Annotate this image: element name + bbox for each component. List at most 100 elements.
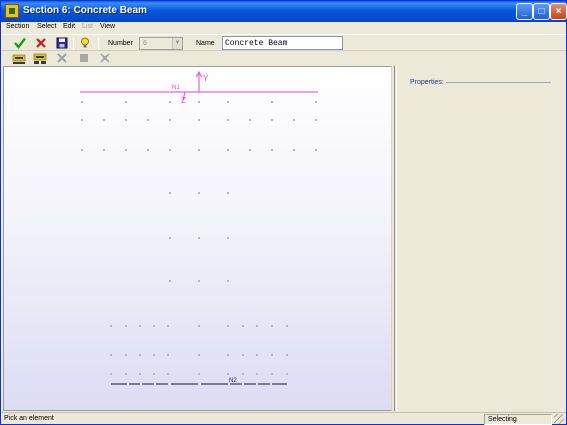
window-title: Section 6: Concrete Beam xyxy=(23,5,147,16)
grid-point[interactable] xyxy=(125,373,127,375)
grid-point[interactable] xyxy=(153,325,155,327)
grid-point[interactable] xyxy=(110,373,112,375)
grid-point[interactable] xyxy=(286,325,288,327)
maximize-button[interactable]: □ xyxy=(533,3,550,20)
grid-point[interactable] xyxy=(227,325,229,327)
grid-point[interactable] xyxy=(286,354,288,356)
grid-point[interactable] xyxy=(103,119,105,121)
grid-point[interactable] xyxy=(198,373,200,375)
name-input[interactable]: Concrete Beam xyxy=(222,36,343,50)
grid-point[interactable] xyxy=(125,354,127,356)
grid-point[interactable] xyxy=(242,373,244,375)
help-bulb-icon[interactable] xyxy=(78,36,92,50)
grid-point[interactable] xyxy=(147,149,149,151)
grid-point[interactable] xyxy=(81,149,83,151)
grid-point[interactable] xyxy=(227,149,229,151)
grid-point[interactable] xyxy=(198,192,200,194)
grid-point[interactable] xyxy=(286,373,288,375)
grid-point[interactable] xyxy=(271,325,273,327)
grid-point[interactable] xyxy=(227,237,229,239)
grid-point[interactable] xyxy=(81,119,83,121)
add-element-icon[interactable] xyxy=(12,51,26,65)
menu-list: List xyxy=(82,23,93,30)
grid-point[interactable] xyxy=(198,325,200,327)
grid-point[interactable] xyxy=(198,280,200,282)
grid-point[interactable] xyxy=(153,354,155,356)
grid-point[interactable] xyxy=(110,325,112,327)
grid-point[interactable] xyxy=(169,192,171,194)
grid-point[interactable] xyxy=(249,149,251,151)
grid-point[interactable] xyxy=(242,354,244,356)
grid-point[interactable] xyxy=(169,237,171,239)
grid-point[interactable] xyxy=(198,149,200,151)
toolbar-separator xyxy=(73,38,74,50)
grid-point[interactable] xyxy=(169,280,171,282)
menu-select[interactable]: Select xyxy=(37,23,56,30)
grid-point[interactable] xyxy=(147,119,149,121)
grid-point[interactable] xyxy=(169,119,171,121)
chevron-down-icon[interactable]: ▼ xyxy=(172,38,182,49)
grid-point[interactable] xyxy=(256,354,258,356)
close-icon: × xyxy=(555,6,562,17)
menu-edit[interactable]: Edit xyxy=(63,23,75,30)
grid-point[interactable] xyxy=(125,101,127,103)
grid-point[interactable] xyxy=(315,119,317,121)
grid-point[interactable] xyxy=(198,354,200,356)
pane-splitter[interactable] xyxy=(392,66,395,411)
grid-point[interactable] xyxy=(167,373,169,375)
grid-point[interactable] xyxy=(227,192,229,194)
ok-check-icon[interactable] xyxy=(13,36,27,50)
grid-point[interactable] xyxy=(315,101,317,103)
menu-section[interactable]: Section xyxy=(6,23,29,30)
grid-point[interactable] xyxy=(249,119,251,121)
add-group-icon[interactable] xyxy=(33,51,47,65)
grid-point[interactable] xyxy=(198,237,200,239)
grid-point[interactable] xyxy=(198,101,200,103)
grid-point[interactable] xyxy=(139,325,141,327)
grid-point[interactable] xyxy=(227,373,229,375)
grid-point[interactable] xyxy=(139,354,141,356)
app-icon[interactable] xyxy=(5,4,19,18)
title-bar[interactable]: Section 6: Concrete Beam _ □ × xyxy=(1,1,567,22)
grid-point[interactable] xyxy=(103,149,105,151)
grid-point[interactable] xyxy=(125,149,127,151)
section-canvas[interactable]: Y Z N1 N2 xyxy=(3,66,392,411)
section-drawing[interactable]: Y Z N1 N2 xyxy=(4,67,391,410)
grid-point[interactable] xyxy=(125,119,127,121)
grid-point[interactable] xyxy=(271,354,273,356)
grid-point[interactable] xyxy=(81,101,83,103)
grid-point[interactable] xyxy=(198,119,200,121)
grid-point[interactable] xyxy=(256,373,258,375)
save-disk-icon[interactable] xyxy=(55,36,69,50)
grid-point[interactable] xyxy=(315,149,317,151)
status-mode-panel: Selecting xyxy=(484,414,552,425)
grid-point[interactable] xyxy=(169,149,171,151)
grid-point[interactable] xyxy=(110,354,112,356)
grid-point[interactable] xyxy=(139,373,141,375)
number-select[interactable]: 6 ▼ xyxy=(139,37,183,50)
close-button[interactable]: × xyxy=(550,3,567,20)
grid-point[interactable] xyxy=(227,354,229,356)
grid-point[interactable] xyxy=(227,280,229,282)
grid-point[interactable] xyxy=(153,373,155,375)
minimize-button[interactable]: _ xyxy=(516,3,533,20)
grid-point[interactable] xyxy=(271,373,273,375)
grid-point[interactable] xyxy=(227,119,229,121)
grid-point[interactable] xyxy=(293,149,295,151)
resize-grip-icon[interactable] xyxy=(554,414,564,424)
grid-point[interactable] xyxy=(293,119,295,121)
grid-point[interactable] xyxy=(256,325,258,327)
menu-view[interactable]: View xyxy=(100,23,115,30)
grid-point[interactable] xyxy=(169,101,171,103)
grid-point[interactable] xyxy=(242,325,244,327)
grid-points xyxy=(81,101,317,375)
grid-point[interactable] xyxy=(271,149,273,151)
cancel-x-icon[interactable] xyxy=(34,36,48,50)
grid-point[interactable] xyxy=(167,325,169,327)
node-top-label: N1 xyxy=(172,85,180,91)
grid-point[interactable] xyxy=(167,354,169,356)
grid-point[interactable] xyxy=(271,101,273,103)
grid-point[interactable] xyxy=(271,119,273,121)
grid-point[interactable] xyxy=(125,325,127,327)
grid-point[interactable] xyxy=(227,101,229,103)
